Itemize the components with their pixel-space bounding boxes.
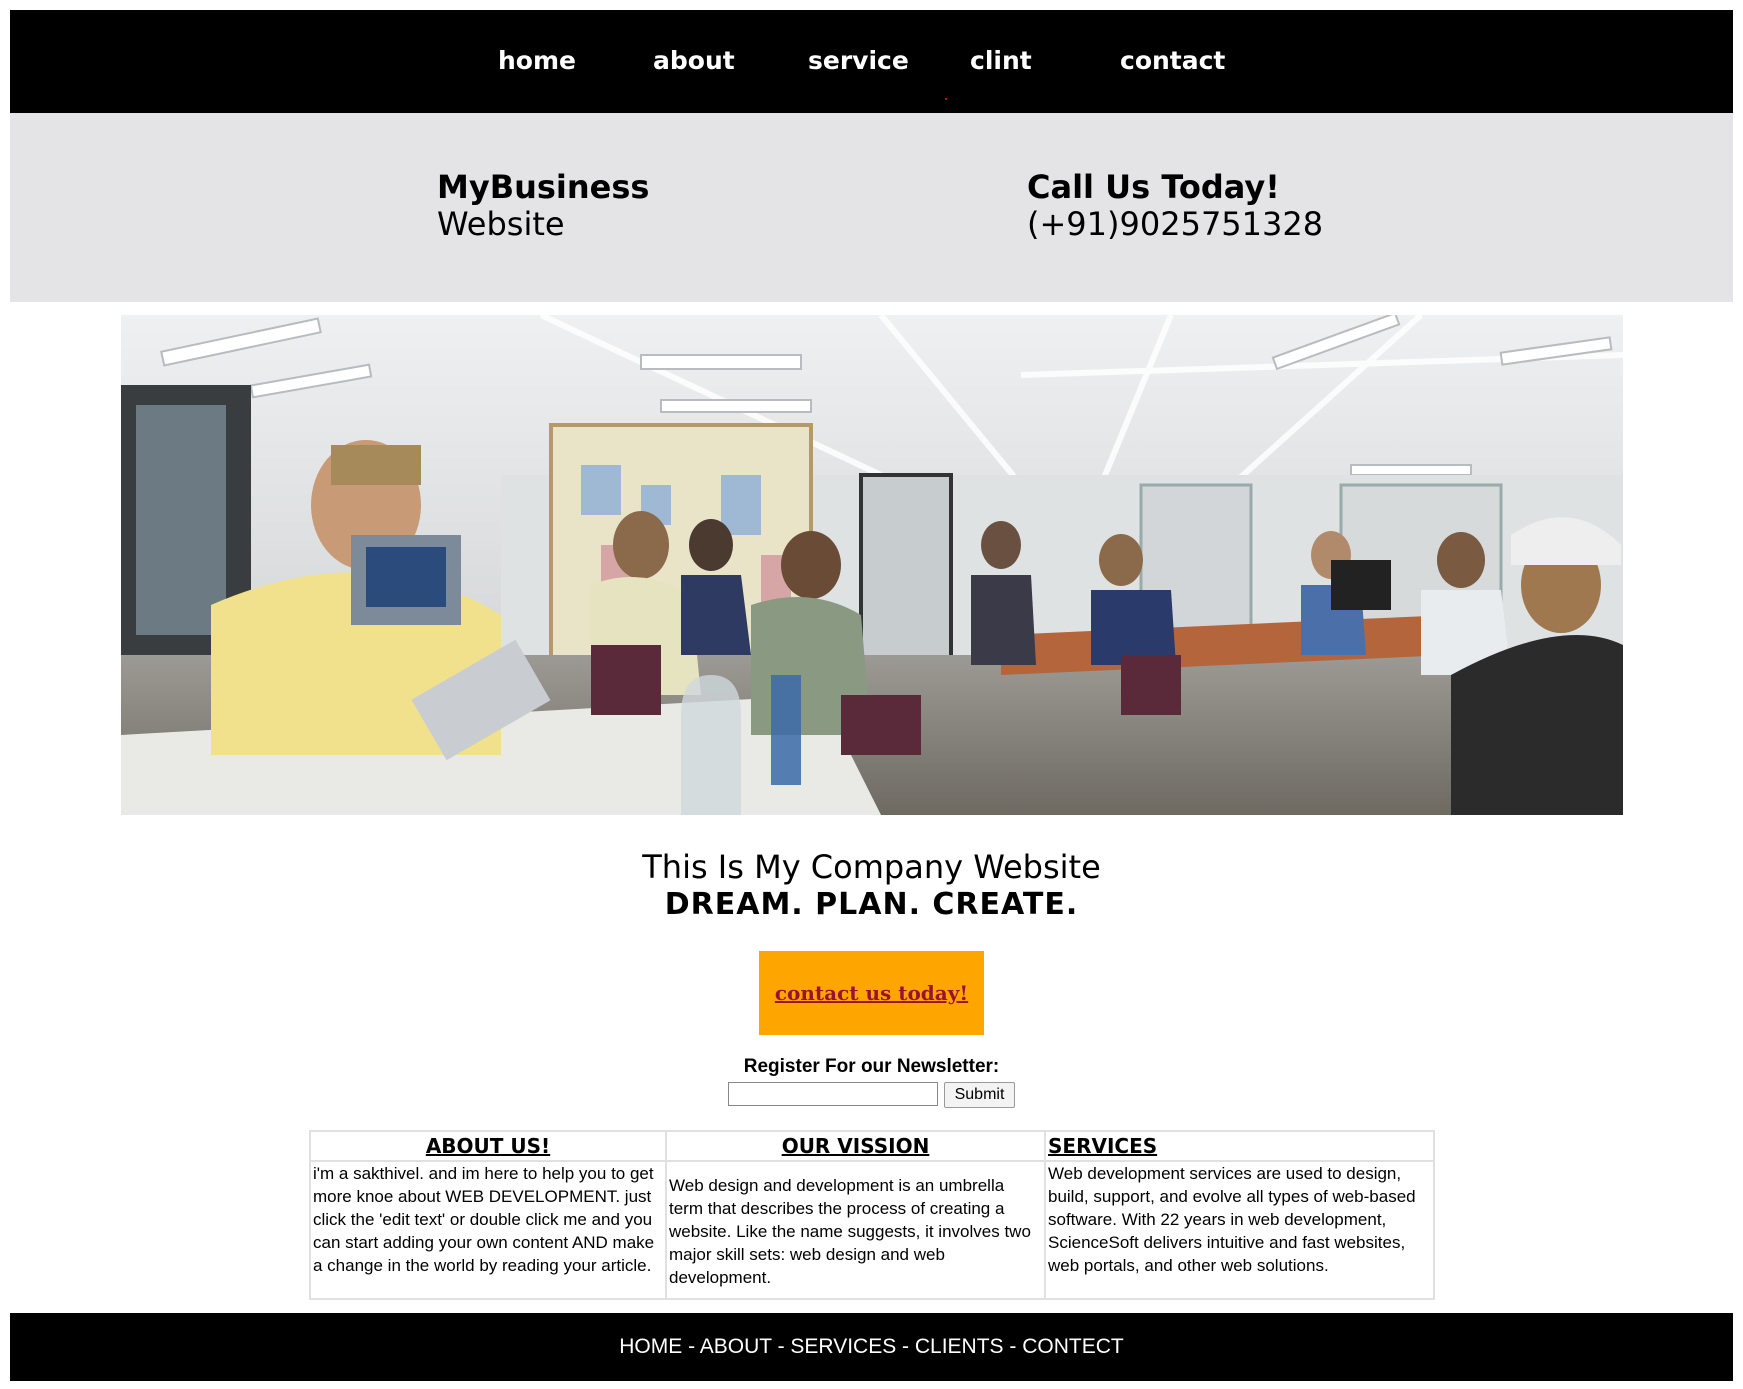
tagline-heading: This Is My Company Website [642, 848, 1101, 886]
services-text: Web development services are used to des… [1048, 1164, 1416, 1275]
vision-column: OUR VISSION Web design and development i… [667, 1132, 1046, 1298]
call-us-block: Call Us Today! (+91)9025751328 [1027, 169, 1323, 243]
services-column: SERVICES Web development services are us… [1046, 1132, 1433, 1298]
tagline-block: This Is My Company Website DREAM. PLAN. … [0, 848, 1743, 924]
contact-us-link[interactable]: contact us today! [775, 981, 968, 1005]
vision-text: Web design and development is an umbrell… [669, 1176, 1031, 1287]
vision-heading: OUR VISSION [667, 1132, 1044, 1162]
about-column: ABOUT US! i'm a sakthivel. and im here t… [311, 1132, 667, 1298]
services-heading: SERVICES [1046, 1132, 1433, 1162]
footer-links[interactable]: HOME - ABOUT - SERVICES - CLIENTS - CONT… [619, 1335, 1123, 1359]
nav-about-link[interactable]: about [653, 46, 735, 75]
newsletter-row: Submit [0, 1082, 1743, 1108]
top-navigation: home about service clint contact [10, 10, 1733, 113]
about-text: i'm a sakthivel. and im here to help you… [313, 1164, 655, 1275]
call-us-heading: Call Us Today! [1027, 168, 1280, 206]
hero-office-image [121, 315, 1623, 815]
nav-service-link[interactable]: service [808, 46, 909, 75]
nav-clint-link[interactable]: clint [970, 46, 1032, 75]
phone-number: (+91)9025751328 [1027, 205, 1324, 243]
tagline-motto: DREAM. PLAN. CREATE. [664, 887, 1079, 922]
nav-home-link[interactable]: home [498, 46, 576, 75]
info-table: ABOUT US! i'm a sakthivel. and im here t… [309, 1130, 1435, 1300]
header-band: MyBusiness Website Call Us Today! (+91)9… [10, 113, 1733, 302]
about-heading: ABOUT US! [311, 1132, 665, 1162]
newsletter-submit-button[interactable]: Submit [943, 1082, 1016, 1108]
footer-bar: HOME - ABOUT - SERVICES - CLIENTS - CONT… [10, 1313, 1733, 1381]
newsletter-email-input[interactable] [727, 1082, 938, 1106]
newsletter-form: Register For our Newsletter: Submit [0, 1056, 1743, 1108]
nav-contact-link[interactable]: contact [1120, 46, 1225, 75]
newsletter-label: Register For our Newsletter: [743, 1056, 1000, 1077]
brand-subtitle: Website [437, 205, 565, 243]
brand-name: MyBusiness [437, 168, 650, 206]
contact-cta-box: contact us today! [759, 951, 984, 1035]
brand-block: MyBusiness Website [437, 169, 649, 243]
nav-marker-dot [945, 98, 947, 100]
page-frame: home about service clint contact MyBusin… [10, 10, 1733, 302]
